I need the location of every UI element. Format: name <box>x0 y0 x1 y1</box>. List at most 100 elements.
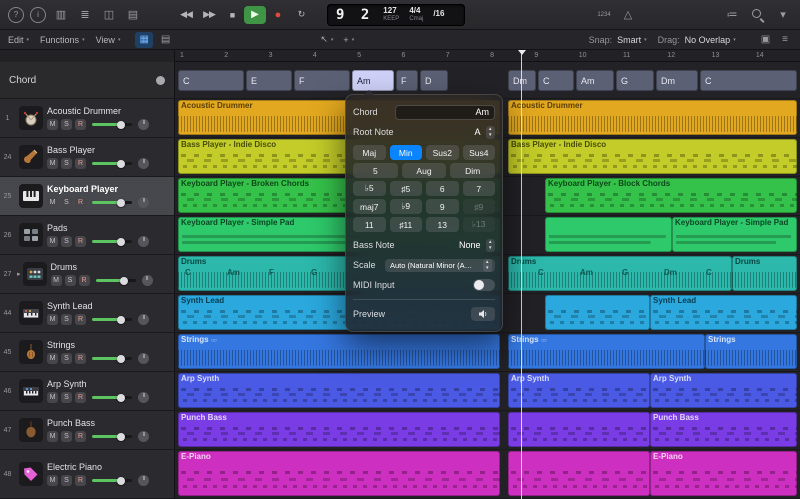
volume-slider[interactable] <box>96 279 136 282</box>
rewind-button[interactable]: ◀◀ <box>175 6 197 24</box>
midi-input-toggle[interactable] <box>473 279 495 291</box>
region[interactable]: Strings ○○ <box>508 334 705 369</box>
chord-option-13[interactable]: 13 <box>426 217 459 232</box>
region[interactable] <box>508 451 650 496</box>
chord-option-min[interactable]: Min <box>390 145 423 160</box>
chord-cell[interactable]: F <box>294 70 350 91</box>
pan-knob[interactable] <box>138 314 149 325</box>
solo-button[interactable]: S <box>65 275 76 286</box>
track-name[interactable]: Synth Lead <box>47 301 170 311</box>
solo-button[interactable]: S <box>61 158 72 169</box>
region[interactable]: Arp Synth <box>650 373 797 408</box>
quick-help-icon[interactable]: ? <box>8 7 24 23</box>
inspector-icon[interactable]: i <box>30 7 46 23</box>
pan-knob[interactable] <box>138 392 149 403</box>
volume-slider[interactable] <box>92 435 132 438</box>
edit-menu[interactable]: Edit ▾ <box>8 35 29 45</box>
chord-cell[interactable]: E <box>246 70 292 91</box>
metronome-icon[interactable]: △ <box>619 6 637 24</box>
solo-button[interactable]: S <box>61 314 72 325</box>
bass-note-stepper[interactable]: ▲ ▼ <box>486 239 495 252</box>
record-button[interactable]: ● <box>267 6 289 24</box>
chord-track-power-icon[interactable] <box>156 76 165 85</box>
region[interactable]: DrumsCAmGDmC <box>508 256 732 291</box>
record-enable-button[interactable]: R <box>75 197 86 208</box>
region[interactable] <box>545 217 672 252</box>
pan-knob[interactable] <box>138 431 149 442</box>
region[interactable]: Punch Bass <box>650 412 797 447</box>
grid-view-toggle-icon[interactable]: ▤ <box>157 32 174 48</box>
solo-button[interactable]: S <box>61 392 72 403</box>
chord-track-header[interactable]: Chord <box>0 62 175 99</box>
chord-option-♭5[interactable]: ♭5 <box>353 181 386 196</box>
record-enable-button[interactable]: R <box>75 158 86 169</box>
region[interactable]: E-Piano <box>178 451 500 496</box>
snap-menu[interactable]: Smart ▾ <box>617 35 647 45</box>
lcd-display[interactable]: 9 2 127 KEEP 4/4 Cmaj /16 <box>327 4 465 26</box>
chord-option-maj[interactable]: Maj <box>353 145 386 160</box>
track-name[interactable]: Keyboard Player <box>47 184 170 194</box>
chord-option-11[interactable]: 11 <box>353 217 386 232</box>
volume-slider[interactable] <box>92 201 132 204</box>
functions-menu[interactable]: Functions ▾ <box>40 35 85 45</box>
volume-slider[interactable] <box>92 318 132 321</box>
mute-button[interactable]: M <box>47 431 58 442</box>
track-header[interactable]: 27▸DrumsMSR <box>0 255 175 294</box>
track-name[interactable]: Pads <box>47 223 170 233</box>
mute-button[interactable]: M <box>47 158 58 169</box>
solo-button[interactable]: S <box>61 236 72 247</box>
mute-button[interactable]: M <box>51 275 62 286</box>
track-header[interactable]: 44Synth LeadMSR <box>0 294 175 333</box>
editors-icon[interactable]: ▤ <box>124 6 142 24</box>
control-bar-chevron-icon[interactable]: ▾ <box>774 6 792 24</box>
chord-cell[interactable]: Dm <box>656 70 698 91</box>
volume-slider[interactable] <box>92 123 132 126</box>
chord-cell[interactable]: Am <box>576 70 614 91</box>
mute-button[interactable]: M <box>47 236 58 247</box>
chord-option-aug[interactable]: Aug <box>402 163 447 178</box>
mute-button[interactable]: M <box>47 475 58 486</box>
region[interactable]: Punch Bass <box>178 412 500 447</box>
chord-cell[interactable]: C <box>700 70 797 91</box>
search-icon[interactable] <box>751 8 764 21</box>
region[interactable]: Keyboard Player - Block Chords <box>545 178 797 213</box>
mute-button[interactable]: M <box>47 314 58 325</box>
region[interactable] <box>508 412 650 447</box>
record-enable-button[interactable]: R <box>75 119 86 130</box>
track-header[interactable]: 1Acoustic DrummerMSR <box>0 99 175 138</box>
chord-option-♭9[interactable]: ♭9 <box>390 199 423 214</box>
disclosure-triangle-icon[interactable]: ▸ <box>17 270 21 278</box>
solo-button[interactable]: S <box>61 431 72 442</box>
forward-button[interactable]: ▶▶ <box>198 6 220 24</box>
volume-slider[interactable] <box>92 479 132 482</box>
track-header[interactable]: 47Punch BassMSR <box>0 411 175 450</box>
chord-option-6[interactable]: 6 <box>426 181 459 196</box>
pan-knob[interactable] <box>138 236 149 247</box>
volume-slider[interactable] <box>92 162 132 165</box>
scale-popup-menu[interactable]: Auto (Natural Minor (A… ▲▼ <box>385 259 495 272</box>
solo-button[interactable]: S <box>61 475 72 486</box>
chord-option-7[interactable]: 7 <box>463 181 496 196</box>
record-enable-button[interactable]: R <box>75 236 86 247</box>
track-header[interactable]: 45StringsMSR <box>0 333 175 372</box>
preview-button[interactable] <box>471 307 495 321</box>
track-name[interactable]: Drums <box>51 262 170 272</box>
track-header[interactable]: 48Electric PianoMSR <box>0 450 175 499</box>
chord-cell[interactable]: Dm <box>508 70 536 91</box>
chord-option-9[interactable]: 9 <box>426 199 459 214</box>
left-click-tool-menu[interactable]: ↖▾ <box>320 34 333 45</box>
record-enable-button[interactable]: R <box>79 275 90 286</box>
chord-option-♯5[interactable]: ♯5 <box>390 181 423 196</box>
mixer-icon[interactable]: ≣ <box>76 6 94 24</box>
region[interactable]: E-Piano <box>650 451 797 496</box>
play-button[interactable]: ▶ <box>244 6 266 24</box>
chord-option-sus4[interactable]: Sus4 <box>463 145 496 160</box>
track-header[interactable]: 25Keyboard PlayerMSR <box>0 177 175 216</box>
chord-option-♭13[interactable]: ♭13 <box>463 217 496 232</box>
chord-option-sus2[interactable]: Sus2 <box>426 145 459 160</box>
chord-cell[interactable]: Am <box>352 70 394 91</box>
mute-button[interactable]: M <box>47 353 58 364</box>
track-name[interactable]: Acoustic Drummer <box>47 106 170 116</box>
solo-button[interactable]: S <box>61 119 72 130</box>
pan-knob[interactable] <box>138 475 149 486</box>
